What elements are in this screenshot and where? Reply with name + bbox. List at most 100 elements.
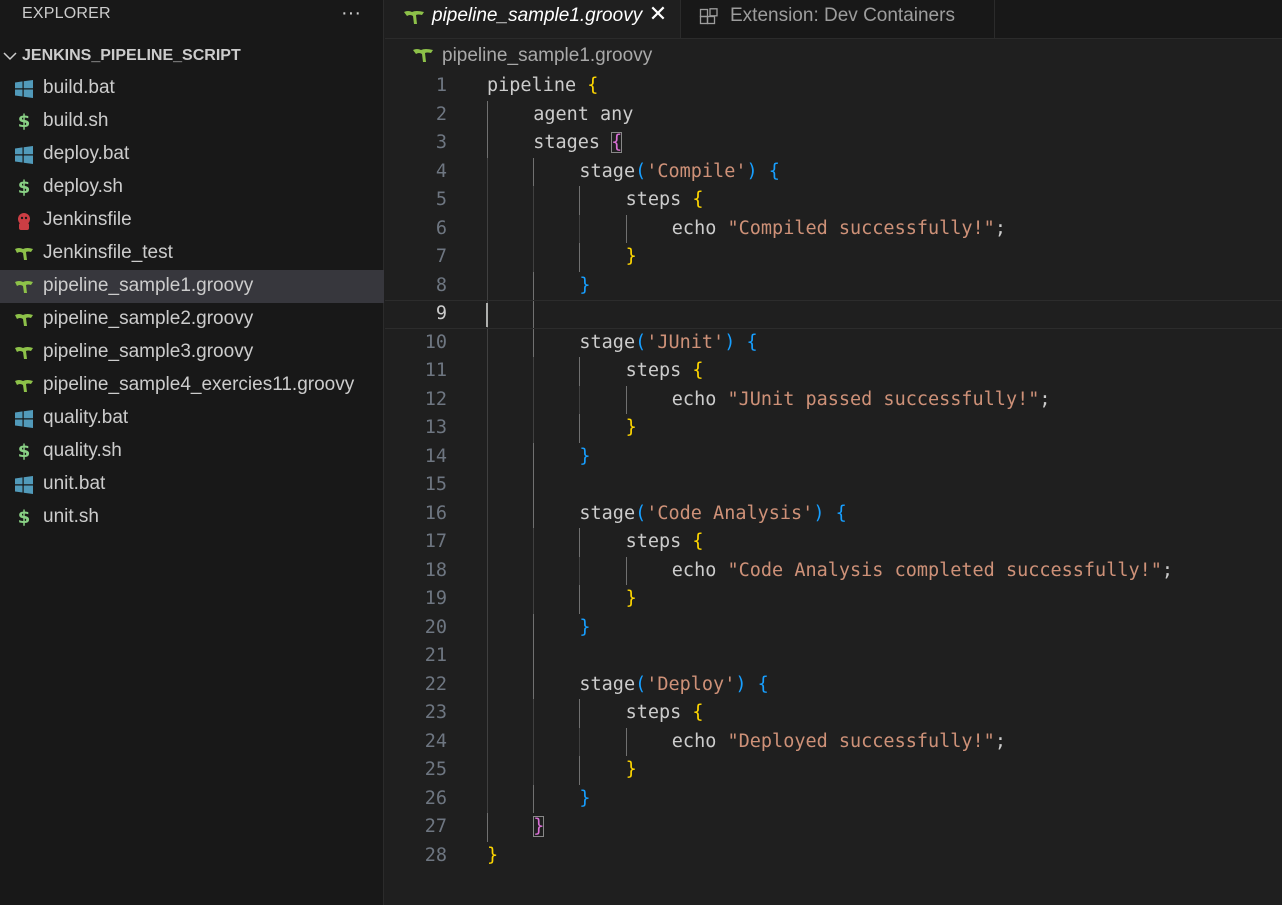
line-number: 10	[424, 331, 447, 353]
tab-extension-dev-containers[interactable]: Extension: Dev Containers	[681, 0, 995, 38]
groovy-icon	[14, 343, 34, 363]
code-line[interactable]: 24 echo "Deployed successfully!";	[385, 727, 1282, 757]
file-item[interactable]: pipeline_sample4_exercies11.groovy	[0, 369, 384, 402]
code-line[interactable]: 18 echo "Code Analysis completed successf…	[385, 556, 1282, 585]
indent-guide	[533, 442, 535, 471]
code-line[interactable]: 5 steps {	[385, 186, 1282, 215]
code-token: {	[692, 702, 704, 723]
indent-guide	[579, 357, 581, 386]
indent-guide	[533, 357, 535, 386]
code-line[interactable]: 10 stage('JUnit') {	[385, 328, 1282, 357]
file-item[interactable]: Jenkinsfile	[0, 204, 384, 237]
line-number: 23	[424, 702, 447, 723]
tab-label: pipeline_sample1.groovy	[432, 5, 643, 26]
folder-header[interactable]: JENKINS_PIPELINE_SCRIPT	[0, 42, 384, 70]
code-token: )	[735, 673, 747, 695]
code-text: agent any	[533, 101, 633, 130]
code-text: }	[626, 243, 637, 272]
file-item[interactable]: pipeline_sample3.groovy	[0, 336, 384, 369]
code-token: }	[533, 816, 545, 837]
indent-guide	[579, 585, 581, 614]
code-text: }	[626, 585, 637, 614]
file-item[interactable]: quality.bat	[0, 402, 384, 435]
code-line[interactable]: 27}	[385, 813, 1282, 842]
code-text: steps {	[626, 186, 704, 215]
code-line[interactable]: 3 stages {	[385, 129, 1282, 158]
line-number: 28	[424, 844, 447, 866]
code-token: )	[746, 160, 758, 182]
code-text: echo "Deployed successfully!";	[672, 728, 1006, 757]
indent-guide	[487, 699, 488, 728]
line-number: 2	[435, 103, 447, 125]
breadcrumb[interactable]: pipeline_sample1.groovy	[385, 40, 1282, 70]
file-item[interactable]: $ build.sh	[0, 105, 384, 138]
indent-guide	[579, 528, 581, 557]
more-actions-icon[interactable]: ···	[340, 0, 362, 28]
file-item[interactable]: pipeline_sample2.groovy	[0, 303, 384, 336]
code-token: }	[579, 787, 591, 809]
code-editor[interactable]: 1 pipeline {2 agent any 3 stages {4 stage('Co…	[385, 72, 1282, 870]
file-item[interactable]: Jenkinsfile_test	[0, 237, 384, 270]
line-number: 16	[424, 502, 447, 524]
code-token: }	[579, 445, 591, 467]
code-line[interactable]: 7}	[385, 243, 1282, 272]
code-line[interactable]: 25}	[385, 756, 1282, 785]
code-line[interactable]: 15	[385, 471, 1282, 500]
tab-pipeline-sample1[interactable]: pipeline_sample1.groovy ✕	[385, 0, 681, 38]
code-line[interactable]: 20}	[385, 613, 1282, 642]
code-token: "JUnit passed successfully!"	[727, 388, 1040, 410]
code-line[interactable]: 22 stage('Deploy') {	[385, 670, 1282, 699]
file-item[interactable]: $ unit.sh	[0, 501, 384, 534]
code-line[interactable]: 8}	[385, 271, 1282, 300]
file-item[interactable]: deploy.bat	[0, 138, 384, 171]
indent-guide	[579, 756, 581, 785]
file-item[interactable]: unit.bat	[0, 468, 384, 501]
file-item[interactable]: pipeline_sample1.groovy	[0, 270, 384, 303]
code-line[interactable]: 2 agent any	[385, 100, 1282, 130]
code-line[interactable]: 16 stage('Code Analysis') {	[385, 499, 1282, 528]
code-token: }	[625, 417, 637, 438]
code-line[interactable]: 6 echo "Compiled successfully!";	[385, 214, 1282, 243]
file-item[interactable]: $ quality.sh	[0, 435, 384, 468]
line-number: 7	[435, 246, 447, 267]
code-line[interactable]: 23 steps {	[385, 699, 1282, 728]
file-item[interactable]: build.bat	[0, 72, 384, 105]
code-line[interactable]: 1 pipeline {	[385, 72, 1282, 101]
code-line[interactable]: 28}	[385, 842, 1282, 871]
close-icon[interactable]: ✕	[647, 3, 669, 27]
code-token: ;	[994, 730, 1006, 752]
code-text: stages {	[533, 129, 623, 158]
indent-guide	[533, 301, 535, 328]
code-token: stage	[579, 673, 636, 695]
code-line[interactable]: 14}	[385, 442, 1282, 471]
indent-guide	[533, 243, 535, 272]
indent-guide	[487, 357, 488, 386]
code-line[interactable]: 13}	[385, 414, 1282, 443]
jenkins-icon	[14, 211, 34, 231]
code-line[interactable]: 17 steps {	[385, 528, 1282, 557]
indent-guide	[487, 214, 488, 243]
indent-guide	[487, 585, 488, 614]
line-number: 11	[424, 360, 447, 381]
indent-guide	[533, 271, 535, 300]
code-token: echo	[671, 559, 728, 581]
code-line[interactable]: 21	[385, 642, 1282, 671]
code-line[interactable]: 19}	[385, 585, 1282, 614]
line-number: 21	[424, 645, 447, 666]
file-item[interactable]: $ deploy.sh	[0, 171, 384, 204]
windows-icon	[14, 409, 34, 429]
code-line[interactable]: 12 echo "JUnit passed successfully!";	[385, 385, 1282, 414]
code-token: 'Code Analysis'	[646, 502, 814, 524]
code-token: 'Deploy'	[646, 673, 736, 695]
code-line[interactable]: 4 stage('Compile') {	[385, 157, 1282, 186]
windows-icon	[14, 79, 34, 99]
code-line[interactable]: 11 steps {	[385, 357, 1282, 386]
code-token: )	[813, 502, 825, 524]
code-token: )	[724, 331, 736, 353]
indent-guide	[487, 756, 488, 785]
code-line[interactable]: 26}	[385, 784, 1282, 813]
code-token: echo	[671, 388, 728, 410]
code-line[interactable]: 9	[385, 300, 1282, 329]
code-token: stage	[579, 502, 636, 524]
